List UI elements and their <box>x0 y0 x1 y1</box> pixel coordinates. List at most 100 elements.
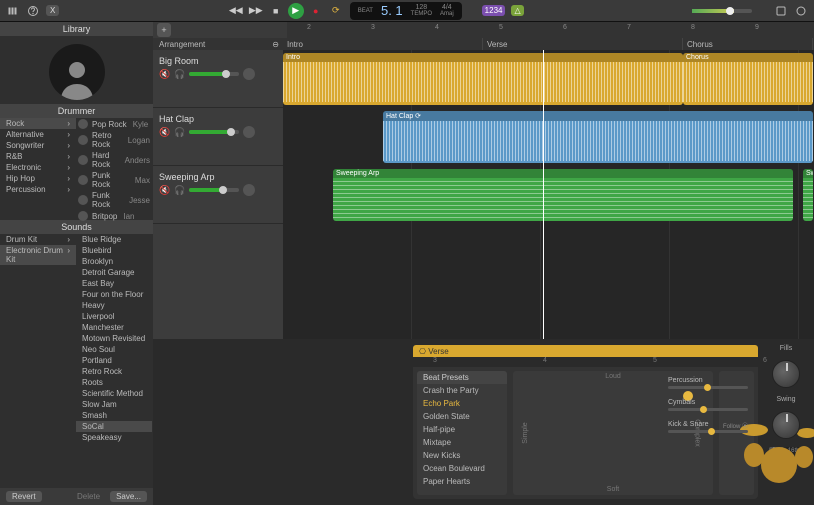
sound-item[interactable]: Slow Jam <box>76 399 152 410</box>
genre-hip hop[interactable]: Hip Hop› <box>0 173 76 184</box>
mute-icon[interactable]: 🔇 <box>159 69 170 80</box>
sound-item[interactable]: Scientific Method <box>76 388 152 399</box>
count-in-badge[interactable]: 1234 <box>482 5 506 16</box>
master-volume[interactable] <box>692 9 752 13</box>
sound-item[interactable]: Heavy <box>76 300 152 311</box>
headphone-icon[interactable]: 🎧 <box>174 69 185 80</box>
save-button[interactable]: Save... <box>110 491 147 502</box>
delete-button[interactable]: Delete <box>71 491 106 502</box>
metronome-icon[interactable]: △ <box>511 5 523 16</box>
record-button[interactable]: ● <box>308 3 324 19</box>
sound-item[interactable]: Motown Revisited <box>76 333 152 344</box>
arrangement-marker[interactable]: Intro <box>283 38 483 50</box>
drummer-jesse[interactable]: Funk RockJesse <box>76 190 152 210</box>
drummer-ian[interactable]: BritpopIan <box>76 210 152 222</box>
track-header[interactable]: Big Room🔇🎧 <box>153 50 283 108</box>
pan-knob[interactable] <box>243 68 255 80</box>
drummer-max[interactable]: Punk RockMax <box>76 170 152 190</box>
stop-button[interactable]: ■ <box>268 3 284 19</box>
sound-item[interactable]: Blue Ridge <box>76 234 152 245</box>
sound-item[interactable]: East Bay <box>76 278 152 289</box>
sound-item[interactable]: Four on the Floor <box>76 289 152 300</box>
sound-item[interactable]: Bluebird <box>76 245 152 256</box>
sound-item[interactable]: Detroit Garage <box>76 267 152 278</box>
sound-item[interactable]: Portland <box>76 355 152 366</box>
arrangement-marker[interactable]: Chorus <box>683 38 813 50</box>
track-volume[interactable] <box>189 72 239 76</box>
headphone-icon[interactable]: 🎧 <box>174 127 185 138</box>
notepad-icon[interactable] <box>774 4 788 18</box>
loops-icon[interactable] <box>794 4 808 18</box>
headphone-icon[interactable]: 🎧 <box>174 185 185 196</box>
region[interactable]: Hat Clap ⟳ <box>383 111 813 163</box>
lcd-display[interactable]: BEAT 5. 1 128TEMPO 4/4Amaj <box>350 2 462 20</box>
drummer-anders[interactable]: Hard RockAnders <box>76 150 152 170</box>
track-header[interactable]: Sweeping Arp🔇🎧 <box>153 166 283 224</box>
sound-item[interactable]: Liverpool <box>76 311 152 322</box>
genre-alternative[interactable]: Alternative› <box>0 129 76 140</box>
rewind-button[interactable]: ◀◀ <box>228 3 244 19</box>
region[interactable]: Sw <box>803 169 813 221</box>
preset-item[interactable]: New Kicks <box>417 449 507 462</box>
region[interactable]: Intro <box>283 53 683 105</box>
sound-item[interactable]: Retro Rock <box>76 366 152 377</box>
sound-item[interactable]: Roots <box>76 377 152 388</box>
kit-slider[interactable] <box>668 386 748 389</box>
kit-slider[interactable] <box>668 408 748 411</box>
preset-item[interactable]: Crash the Party <box>417 384 507 397</box>
region[interactable]: Sweeping Arp <box>333 169 793 221</box>
genre-electronic[interactable]: Electronic› <box>0 162 76 173</box>
sound-item[interactable]: SoCal <box>76 421 152 432</box>
preset-item[interactable]: Golden State <box>417 410 507 423</box>
revert-button[interactable]: Revert <box>6 491 42 502</box>
genre-rock[interactable]: Rock› <box>0 118 76 129</box>
genre-r&b[interactable]: R&B› <box>0 151 76 162</box>
genre-percussion[interactable]: Percussion› <box>0 184 76 195</box>
editor-ruler[interactable]: 3456 <box>413 357 758 367</box>
arrangement-marker[interactable]: Verse <box>483 38 683 50</box>
sound-item[interactable]: Brooklyn <box>76 256 152 267</box>
drummer-logan[interactable]: Retro RockLogan <box>76 130 152 150</box>
playhead[interactable] <box>543 50 544 339</box>
play-button[interactable]: ▶ <box>288 3 304 19</box>
track-header[interactable]: Hat Clap🔇🎧 <box>153 108 283 166</box>
drummer-face-icon <box>78 119 88 129</box>
preset-item[interactable]: Ocean Boulevard <box>417 462 507 475</box>
sound-item[interactable]: Smash <box>76 410 152 421</box>
preset-item[interactable]: Paper Hearts <box>417 475 507 488</box>
preset-item[interactable]: Mixtape <box>417 436 507 449</box>
genre-songwriter[interactable]: Songwriter› <box>0 140 76 151</box>
library-icon[interactable] <box>6 4 20 18</box>
drummer-kyle[interactable]: Pop RockKyle <box>76 118 152 130</box>
help-icon[interactable] <box>26 4 40 18</box>
sound-item[interactable]: Neo Soul <box>76 344 152 355</box>
forward-button[interactable]: ▶▶ <box>248 3 264 19</box>
add-track-button[interactable]: + <box>157 23 171 37</box>
fills-knob[interactable] <box>772 360 800 388</box>
track-regions[interactable]: IntroChorus Hat Clap ⟳ Sweeping ArpSw <box>283 50 814 339</box>
sound-cat[interactable]: Electronic Drum Kit› <box>0 245 76 265</box>
track-volume[interactable] <box>189 130 239 134</box>
preset-item[interactable]: Echo Park <box>417 397 507 410</box>
scissors-tool[interactable]: X <box>46 5 59 16</box>
mute-icon[interactable]: 🔇 <box>159 185 170 196</box>
sound-cat[interactable]: Drum Kit› <box>0 234 76 245</box>
pan-knob[interactable] <box>243 184 255 196</box>
drummer-face-icon <box>78 135 88 145</box>
drummer-avatar[interactable] <box>49 44 105 100</box>
timeline-ruler[interactable]: 2345678910 <box>287 22 814 38</box>
cycle-button[interactable]: ⟳ <box>328 3 344 19</box>
pan-knob[interactable] <box>243 126 255 138</box>
swing-knob[interactable] <box>772 411 800 439</box>
region[interactable]: Chorus <box>683 53 813 105</box>
top-toolbar: X ◀◀ ▶▶ ■ ▶ ● ⟳ BEAT 5. 1 128TEMPO 4/4Am… <box>0 0 814 22</box>
arrangement-close-icon[interactable]: ⊖ <box>272 40 279 49</box>
mute-icon[interactable]: 🔇 <box>159 127 170 138</box>
sound-item[interactable]: Manchester <box>76 322 152 333</box>
track-volume[interactable] <box>189 188 239 192</box>
kit-slider[interactable] <box>668 430 748 433</box>
sound-item[interactable]: Speakeasy <box>76 432 152 443</box>
arrangement-sections[interactable]: IntroVerseChorus <box>283 38 814 50</box>
preset-item[interactable]: Half-pipe <box>417 423 507 436</box>
drummer-face-icon <box>78 175 88 185</box>
